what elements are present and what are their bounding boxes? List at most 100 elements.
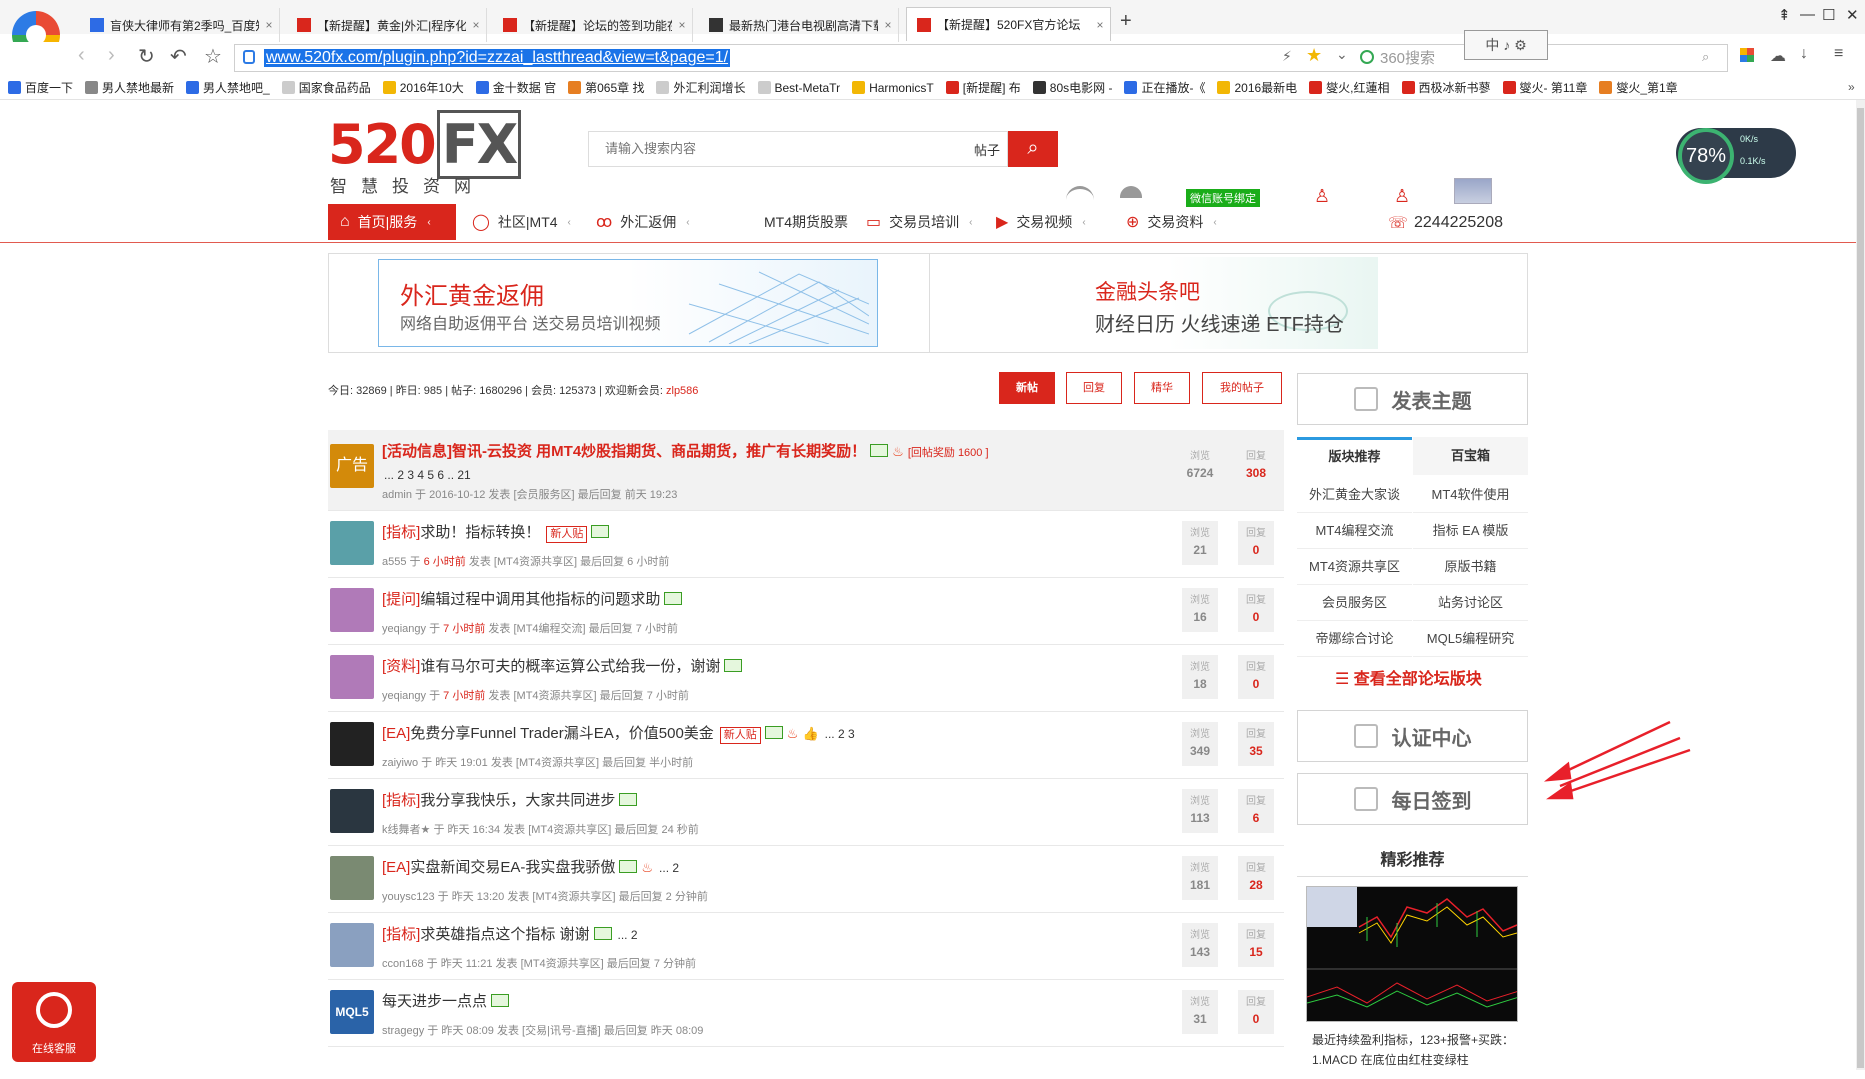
bookmark-item[interactable]: 西极冰新书蓼	[1401, 79, 1491, 96]
browser-tab[interactable]: 盲侠大律师有第2季吗_百度知道×	[80, 8, 280, 42]
thread-title[interactable]: [资料]谁有马尔可夫的概率运算公式给我一份，谢谢	[382, 655, 743, 676]
thread-category[interactable]: [资料]	[382, 658, 420, 675]
avatar[interactable]	[330, 521, 374, 565]
thread-title[interactable]: [指标]求英雄指点这个指标 谢谢 ... 2	[382, 923, 638, 944]
bookmark-item[interactable]: 男人禁地吧_	[186, 79, 270, 96]
thread-pages[interactable]: ... 2	[618, 928, 638, 942]
elite-button[interactable]: 精华	[1134, 372, 1190, 404]
thread-author[interactable]: stragegy	[382, 1025, 424, 1037]
user-icon[interactable]: ♙	[1394, 186, 1410, 207]
tab-close-icon[interactable]: ×	[672, 18, 692, 32]
site-search-button[interactable]: ⌕	[1008, 131, 1058, 167]
thread-title-text[interactable]: 实盘新闻交易EA-我实盘我骄傲	[410, 859, 615, 876]
thread-author[interactable]: zaiyiwo	[382, 757, 418, 769]
thread-forum[interactable]: [MT4资源共享区]	[532, 891, 615, 903]
bookmark-item[interactable]: 百度一下	[8, 79, 73, 96]
nav-item[interactable]: ꝏ 外汇返佣 ‹	[584, 204, 716, 240]
browser-tab[interactable]: 【新提醒】黄金|外汇|程序化交易×	[287, 8, 487, 42]
recommend-text[interactable]: 最近持续盈利指标，123+报警+买跌：1.MACD 在底位由红柱变绿柱	[1312, 1030, 1522, 1070]
lightning-icon[interactable]: ⚡	[1282, 48, 1292, 65]
thread-title[interactable]: [活动信息]智讯-云投资 用MT4炒股指期货、商品期货，推广有长期奖励！ ♨ [回帖…	[382, 440, 989, 461]
site-logo[interactable]: 520 FX	[328, 110, 522, 179]
bookmark-item[interactable]: 燮火_第1章	[1599, 79, 1678, 96]
maximize-button[interactable]: ☐	[1822, 6, 1835, 24]
avatar[interactable]	[330, 655, 374, 699]
avatar[interactable]	[330, 722, 374, 766]
certification-button[interactable]: 认证中心	[1297, 710, 1528, 762]
thread-forum[interactable]: [MT4资源共享区]	[521, 958, 604, 970]
menu-icon[interactable]: ≡	[1834, 45, 1843, 63]
forum-link[interactable]: 站务讨论区	[1413, 585, 1528, 621]
avatar[interactable]: MQL5	[330, 990, 374, 1034]
apple-icon[interactable]	[1066, 186, 1094, 200]
memory-usage-indicator[interactable]: 78%	[1678, 128, 1734, 184]
thread-pages[interactable]: ... 2 3	[825, 727, 855, 741]
more-bookmarks-icon[interactable]: »	[1848, 80, 1855, 94]
bookmark-item[interactable]: 2016年10大	[382, 79, 464, 96]
new-posts-button[interactable]: 新帖	[999, 372, 1055, 404]
pin-icon[interactable]: ⇞	[1778, 6, 1791, 24]
avatar[interactable]	[330, 923, 374, 967]
thread-forum[interactable]: [MT4资源共享区]	[513, 690, 596, 702]
nav-item[interactable]: ⌂ 首页|服务 ‹	[328, 204, 456, 240]
url-text[interactable]: www.520fx.com/plugin.php?id=zzzai_lastth…	[264, 49, 731, 67]
thread-author[interactable]: admin	[382, 489, 412, 501]
bookmark-item[interactable]: 外汇利润增长	[656, 79, 746, 96]
forum-link[interactable]: 会员服务区	[1297, 585, 1412, 621]
post-topic-button[interactable]: 发表主题	[1297, 373, 1528, 425]
avatar[interactable]: 广告	[330, 444, 374, 488]
site-search-input[interactable]	[603, 140, 903, 157]
thread-pages[interactable]: ... 2 3 4 5 6 .. 21	[384, 468, 471, 482]
thread-title[interactable]: [提问]编辑过程中调用其他指标的问题求助	[382, 588, 683, 609]
bookmark-item[interactable]: HarmonicsT	[852, 81, 934, 95]
thread-author[interactable]: yeqiangy	[382, 623, 426, 635]
bookmark-item[interactable]: 男人禁地最新	[85, 79, 174, 96]
thread-row[interactable]: MQL5 每天进步一点点 stragegy 于 昨天 08:09 发表 [交易|讯号…	[328, 980, 1284, 1047]
search-type-select[interactable]: 帖子	[974, 140, 1000, 159]
phone-number[interactable]: 2244225208	[1414, 214, 1503, 232]
search-engine-label[interactable]: 360搜索	[1380, 47, 1435, 68]
tab-close-icon[interactable]: ×	[466, 18, 486, 32]
thread-author[interactable]: k线舞者★	[382, 824, 430, 836]
thread-title-text[interactable]: 谁有马尔可夫的概率运算公式给我一份，谢谢	[420, 658, 720, 675]
avatar[interactable]	[330, 789, 374, 833]
thread-row[interactable]: 广告 [活动信息]智讯-云投资 用MT4炒股指期货、商品期货，推广有长期奖励！ ♨[…	[328, 430, 1284, 511]
all-forums-link[interactable]: ☰ 查看全部论坛版块	[1335, 665, 1482, 689]
nav-item[interactable]: ◯ 社区|MT4 ‹	[460, 204, 580, 240]
tab-recommended[interactable]: 版块推荐	[1297, 437, 1412, 475]
browser-tab[interactable]: 【新提醒】520FX官方论坛 ×	[906, 7, 1111, 41]
newest-member-link[interactable]: zlp586	[666, 385, 698, 397]
thread-row[interactable]: [EA]实盘新闻交易EA-我实盘我骄傲 ♨ ... 2 youysc123 于 昨天 …	[328, 846, 1284, 913]
new-tab-button[interactable]: +	[1120, 10, 1132, 33]
nav-item[interactable]: ▭ 交易员培训 ‹	[854, 204, 976, 240]
bookmark-item[interactable]: 2016最新电	[1217, 79, 1297, 96]
close-window-button[interactable]: ✕	[1846, 6, 1859, 24]
online-service-button[interactable]: 在线客服	[12, 982, 96, 1062]
thread-title[interactable]: [指标]我分享我快乐，大家共同进步	[382, 789, 638, 810]
thread-category[interactable]: [指标]	[382, 792, 420, 809]
thread-title[interactable]: 每天进步一点点	[382, 990, 510, 1011]
nav-item[interactable]: ▶ 交易视频 ‹	[984, 204, 1106, 240]
thread-title-text[interactable]: 编辑过程中调用其他指标的问题求助	[420, 591, 660, 608]
chevron-down-icon[interactable]: ⌄	[1336, 46, 1348, 63]
cloud-icon[interactable]: ☁	[1770, 46, 1786, 66]
forum-link[interactable]: MT4资源共享区	[1297, 549, 1412, 585]
thread-row[interactable]: [资料]谁有马尔可夫的概率运算公式给我一份，谢谢 yeqiangy 于 7 小时前…	[328, 645, 1284, 712]
thread-forum[interactable]: [MT4资源共享区]	[516, 757, 599, 769]
bookmark-item[interactable]: 国家食品药品	[281, 79, 371, 96]
avatar[interactable]	[1454, 178, 1492, 204]
ime-indicator[interactable]: 中 ♪ ⚙	[1464, 30, 1548, 60]
thread-forum[interactable]: [交易|讯号-直播]	[522, 1025, 601, 1037]
search-icon[interactable]: ⌕	[1702, 49, 1709, 65]
back-button[interactable]: ‹	[78, 44, 85, 67]
thread-title-text[interactable]: 智讯-云投资 用MT4炒股指期货、商品期货，推广有长期奖励！	[452, 443, 866, 460]
tab-close-icon[interactable]: ×	[878, 18, 898, 32]
bookmark-item[interactable]: 燮火,红蓮相	[1309, 79, 1390, 96]
undo-close-button[interactable]: ↶	[170, 44, 187, 69]
bookmark-item[interactable]: 正在播放-《	[1124, 79, 1205, 96]
forum-link[interactable]: MQL5编程研究	[1413, 621, 1528, 657]
thread-row[interactable]: [EA]免费分享Funnel Trader漏斗EA，价值500美金 新人贴 ♨ 👍..…	[328, 712, 1284, 779]
bookmark-star-icon[interactable]: ★	[1306, 45, 1322, 66]
thread-category[interactable]: [EA]	[382, 859, 410, 876]
recommend-chart-image[interactable]	[1306, 886, 1518, 1022]
